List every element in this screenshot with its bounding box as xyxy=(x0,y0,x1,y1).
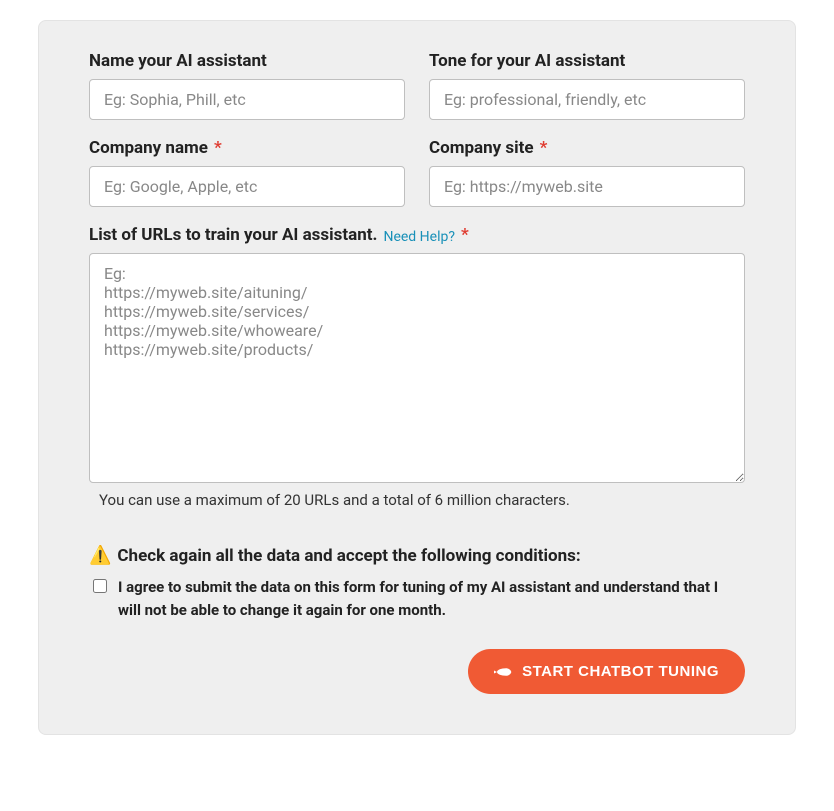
tone-label-text: Tone for your AI assistant xyxy=(429,51,625,71)
consent-checkbox[interactable] xyxy=(93,579,107,593)
consent-row[interactable]: I agree to submit the data on this form … xyxy=(89,576,729,621)
name-label-text: Name your AI assistant xyxy=(89,51,267,71)
required-mark: * xyxy=(214,138,222,158)
company-site-label-text: Company site xyxy=(429,138,534,158)
required-mark: * xyxy=(540,138,548,158)
urls-hint: You can use a maximum of 20 URLs and a t… xyxy=(99,491,745,509)
company-name-label-text: Company name xyxy=(89,138,208,158)
tone-input[interactable] xyxy=(429,79,745,120)
warning-icon: ⚠️ xyxy=(89,545,111,566)
conditions-title: ⚠️ Check again all the data and accept t… xyxy=(89,545,745,566)
name-label: Name your AI assistant xyxy=(89,51,405,71)
urls-textarea[interactable] xyxy=(89,253,745,483)
tone-label: Tone for your AI assistant xyxy=(429,51,745,71)
start-tuning-label: START CHATBOT TUNING xyxy=(522,663,719,680)
name-input[interactable] xyxy=(89,79,405,120)
required-mark: * xyxy=(461,225,469,245)
start-tuning-button[interactable]: START CHATBOT TUNING xyxy=(468,649,745,694)
consent-text: I agree to submit the data on this form … xyxy=(118,576,729,621)
conditions-title-text: Check again all the data and accept the … xyxy=(117,546,580,566)
urls-label-text: List of URLs to train your AI assistant. xyxy=(89,225,377,245)
urls-label: List of URLs to train your AI assistant.… xyxy=(89,225,745,245)
company-name-input[interactable] xyxy=(89,166,405,207)
conditions-section: ⚠️ Check again all the data and accept t… xyxy=(89,545,745,621)
form-card: Name your AI assistant Tone for your AI … xyxy=(38,20,796,735)
company-site-label: Company site * xyxy=(429,138,745,158)
company-site-input[interactable] xyxy=(429,166,745,207)
company-name-label: Company name * xyxy=(89,138,405,158)
rocket-icon xyxy=(494,665,512,679)
need-help-link[interactable]: Need Help? xyxy=(383,229,455,245)
